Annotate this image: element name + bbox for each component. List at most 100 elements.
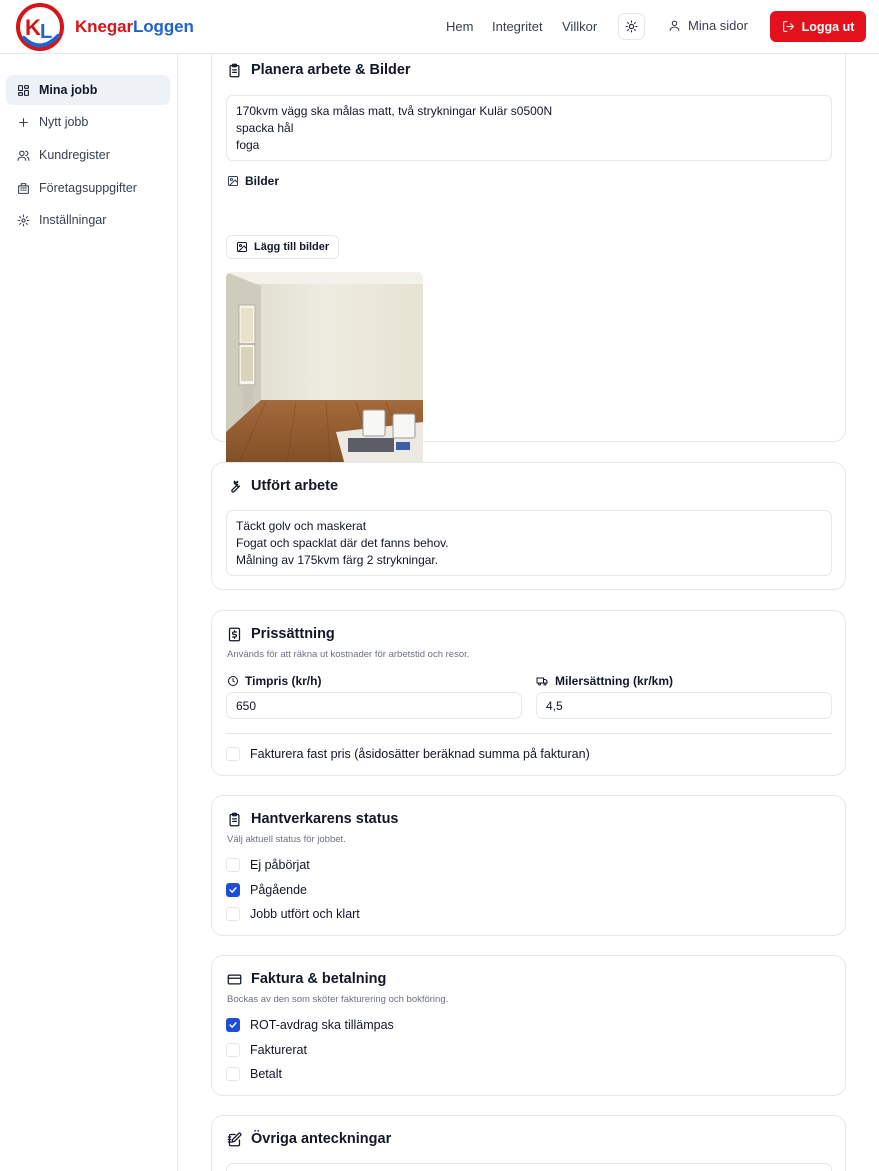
invoice-option-label: Fakturerat [250,1043,307,1057]
account-link[interactable]: Mina sidor [668,18,748,33]
plus-icon [19,117,28,127]
sidebar-item-mina-jobb[interactable]: Mina jobb [6,75,170,105]
job-photo-thumbnail[interactable] [226,272,423,469]
invoice-card-title: Faktura & betalning [251,971,387,987]
status-checkbox-jobb-utfort[interactable] [226,907,240,921]
fixed-price-checkbox[interactable] [226,747,240,761]
status-option-row[interactable]: Ej påbörjat [226,858,310,872]
invoice-option-row[interactable]: ROT-avdrag ska tillämpas [226,1018,394,1032]
nav-link-integritet[interactable]: Integritet [492,19,543,34]
sidebar-item-label: Inställningar [39,213,107,227]
brand-name[interactable]: KnegarLoggen [75,17,194,37]
invoice-option-row[interactable]: Fakturerat [226,1043,307,1057]
sidebar-item-nytt-jobb[interactable]: Nytt jobb [6,107,170,137]
sidebar: Mina jobb Nytt jobb Kundregister Företag… [0,54,178,1171]
clock-icon [228,676,238,686]
dashboard-icon [18,84,29,96]
status-option-label: Jobb utfört och klart [250,907,360,921]
sidebar-item-installningar[interactable]: Inställningar [6,205,170,235]
brand-part-2: Loggen [132,17,194,36]
status-checkbox-pagaende[interactable] [226,883,240,897]
logout-button[interactable]: Logga ut [770,11,866,42]
invoice-card-header: Faktura & betalning [227,971,386,987]
brand-part-1: Knegar [75,17,133,36]
sidebar-item-foretagsuppgifter[interactable]: Företagsuppgifter [6,173,170,203]
credit-card-icon [227,974,242,984]
pricing-divider [226,733,832,734]
status-option-label: Pågående [250,883,308,897]
invoice-subtitle: Bockas av den som sköter fakturering och… [227,994,449,1005]
mileage-rate-input[interactable]: 4,5 [536,692,832,719]
sidebar-item-label: Nytt jobb [39,115,89,129]
image-plus-icon [228,176,238,186]
pricing-card-title: Prissättning [251,626,335,642]
done-card-header: Utfört arbete [227,478,338,494]
logout-icon [782,21,794,32]
plan-card: Planera arbete & Bilder 170kvm vägg ska … [211,40,846,469]
sidebar-item-label: Kundregister [39,148,110,162]
plan-card-header: Planera arbete & Bilder [227,62,411,78]
status-card: Hantverkarens status Välj aktuell status… [211,795,846,936]
images-label: Bilder [245,174,280,188]
knegarloggen-logo[interactable]: K L [14,2,66,52]
invoice-option-label: ROT-avdrag ska tillämpas [250,1018,394,1032]
notes-textarea[interactable] [226,1163,832,1171]
notebook-pen-icon [227,1132,242,1146]
clipboard-list-icon [229,812,240,826]
invoice-option-label: Betalt [250,1067,282,1081]
user-icon [669,20,680,31]
hourly-label-row: Timpris (kr/h) [227,674,321,688]
check-icon [229,887,237,893]
image-plus-icon [237,242,247,252]
status-option-row[interactable]: Pågående [226,883,307,897]
invoice-checkbox-betalt[interactable] [226,1067,240,1081]
mileage-label-row: Milersättning (kr/km) [536,674,673,688]
top-header: K L KnegarLoggen Hem Integritet Villkor … [0,0,879,54]
notes-card: Övriga anteckningar [211,1115,846,1171]
plan-card-title: Planera arbete & Bilder [251,62,411,78]
wrench-icon [231,480,241,493]
logout-label: Logga ut [801,19,855,34]
invoice-checkbox-fakturerat[interactable] [226,1043,240,1057]
add-images-label: Lägg till bilder [254,241,330,253]
check-icon [229,1022,237,1028]
sidebar-item-label: Företagsuppgifter [39,181,137,195]
notes-card-header: Övriga anteckningar [227,1131,391,1147]
status-option-label: Ej påbörjat [250,858,310,872]
notes-card-title: Övriga anteckningar [251,1131,392,1147]
dollar-receipt-icon [228,627,241,641]
hourly-rate-input[interactable]: 650 [226,692,522,719]
pricing-card-header: Prissättning [227,626,335,642]
status-subtitle: Välj aktuell status för jobbet. [227,834,346,845]
hourly-label: Timpris (kr/h) [245,674,322,688]
status-card-title: Hantverkarens status [251,811,399,827]
clipboard-icon [229,63,240,77]
mileage-label: Milersättning (kr/km) [555,674,674,688]
status-checkbox-ej-paborjat[interactable] [226,858,240,872]
pricing-subtitle: Används för att räkna ut kostnader för a… [227,649,470,660]
pricing-card: Prissättning Används för att räkna ut ko… [211,610,846,776]
status-card-header: Hantverkarens status [227,811,399,827]
svg-text:L: L [40,21,52,43]
invoice-checkbox-rot[interactable] [226,1018,240,1032]
account-label: Mina sidor [688,18,748,33]
building-icon [18,182,29,194]
images-label-row: Bilder [227,174,279,188]
gear-icon [17,214,30,226]
sidebar-item-kundregister[interactable]: Kundregister [6,140,170,170]
invoice-card: Faktura & betalning Bockas av den som sk… [211,955,846,1096]
fixed-price-label: Fakturera fast pris (åsidosätter beräkna… [250,747,590,761]
theme-toggle-button[interactable] [618,13,645,40]
add-images-button[interactable]: Lägg till bilder [226,235,340,259]
done-textarea[interactable]: Täckt golv och maskerat Fogat och spackl… [226,510,832,576]
users-icon [17,150,30,161]
status-option-row[interactable]: Jobb utfört och klart [226,907,360,921]
fixed-price-checkbox-row[interactable]: Fakturera fast pris (åsidosätter beräkna… [226,747,590,761]
sun-icon [625,20,638,33]
room-photo [226,272,423,469]
plan-textarea[interactable]: 170kvm vägg ska målas matt, två stryknin… [226,95,832,161]
invoice-option-row[interactable]: Betalt [226,1067,282,1081]
nav-link-hem[interactable]: Hem [446,19,473,34]
sidebar-item-label: Mina jobb [39,83,98,97]
nav-link-villkor[interactable]: Villkor [562,19,597,34]
